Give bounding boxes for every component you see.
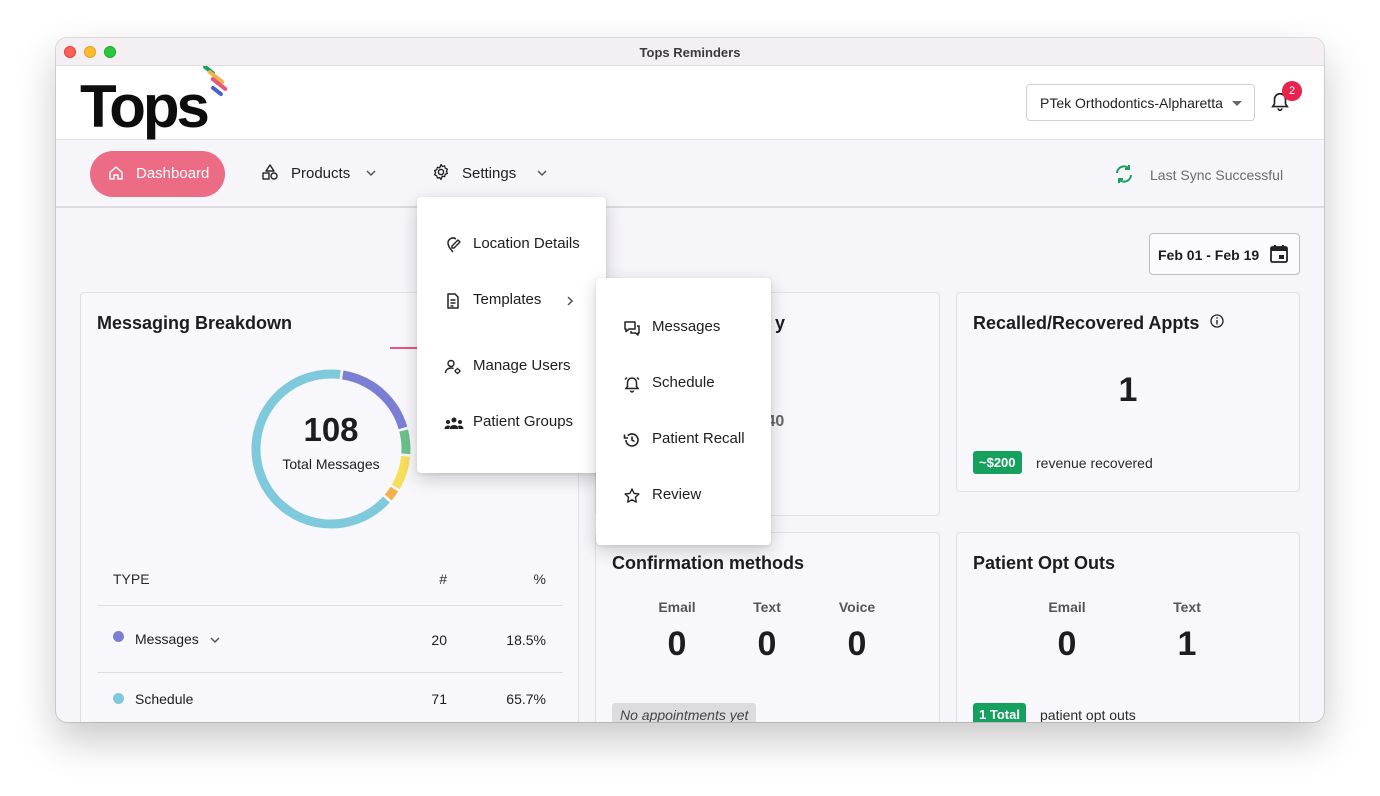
optout-text-label: Text <box>1173 599 1201 615</box>
submenu-item-messages[interactable]: Messages <box>596 308 771 348</box>
location-edit-icon <box>447 237 461 253</box>
divider <box>97 605 563 606</box>
tab-indicator <box>390 347 420 349</box>
history-icon <box>623 433 639 447</box>
menu-item-label: Location Details <box>473 235 580 252</box>
messaging-breakdown-title: Messaging Breakdown <box>97 313 293 333</box>
optout-email-label: Email <box>1048 599 1086 615</box>
row-pct: 65.7% <box>506 691 546 707</box>
menu-item-manage-users[interactable]: Manage Users <box>417 347 606 387</box>
optout-email-value: 0 <box>1057 625 1077 663</box>
sync-icon[interactable] <box>1113 163 1135 185</box>
submenu-item-review[interactable]: Review <box>596 476 771 516</box>
settings-menu: Location Details Templates Manage Users <box>417 197 606 473</box>
window-title: Tops Reminders <box>639 45 741 60</box>
menu-item-label: Manage Users <box>473 357 571 374</box>
tops-logo: Tops <box>80 73 210 140</box>
messaging-donut-chart <box>251 369 411 529</box>
date-range-picker[interactable]: Feb 01 - Feb 19 <box>1149 233 1300 275</box>
sync-status: Last Sync Successful <box>1150 167 1284 183</box>
group-icon <box>444 417 464 429</box>
row-pct: 18.5% <box>506 632 546 648</box>
submenu-item-label: Messages <box>652 318 721 335</box>
messages-color-dot <box>113 631 124 642</box>
recalled-value: 1 <box>1118 371 1138 409</box>
confirmation-methods-card: Confirmation methods Email 0 Text 0 Voic… <box>595 532 940 722</box>
nav-products-label: Products <box>291 165 351 182</box>
row-type-label: Messages <box>135 631 199 647</box>
patient-opt-outs-card: Patient Opt Outs Email 0 Text 1 1 Total … <box>956 532 1300 722</box>
optout-text-value: 1 <box>1177 625 1197 663</box>
location-select-value: PTek Orthodontics-Alpharetta <box>1040 95 1223 111</box>
opt-outs-title: Patient Opt Outs <box>973 553 1116 573</box>
submenu-item-label: Schedule <box>652 374 715 391</box>
recalled-appts-card: Recalled/Recovered Appts 1 ~$200 revenue… <box>956 292 1300 492</box>
chevron-right-icon <box>567 296 574 306</box>
row-type-label: Schedule <box>135 691 194 707</box>
conf-text-label: Text <box>753 599 781 615</box>
logo-mark-icon <box>203 66 228 97</box>
notification-badge: 2 <box>1282 81 1302 101</box>
title-bar: Tops Reminders <box>56 38 1324 66</box>
col-header-pct: % <box>533 571 546 587</box>
nav-dashboard-button[interactable]: Dashboard <box>90 151 225 197</box>
main-nav: Dashboard Products Settings Last Sync Su… <box>56 141 1324 208</box>
chat-icon <box>624 321 640 336</box>
menu-item-patient-groups[interactable]: Patient Groups <box>417 403 606 443</box>
menu-item-label: Templates <box>473 291 542 308</box>
location-select[interactable]: PTek Orthodontics-Alpharetta <box>1026 84 1255 121</box>
info-icon[interactable] <box>1210 314 1224 328</box>
menu-item-templates[interactable]: Templates <box>417 281 606 321</box>
revenue-note: revenue recovered <box>1036 455 1153 471</box>
divider <box>97 672 563 673</box>
home-icon <box>109 166 123 180</box>
date-range-label: Feb 01 - Feb 19 <box>1158 247 1260 263</box>
chevron-down-icon <box>537 170 547 177</box>
gear-icon <box>433 163 449 181</box>
opt-outs-total-badge: 1 Total <box>973 703 1026 722</box>
user-settings-icon <box>444 359 461 375</box>
shapes-icon <box>262 164 278 180</box>
submenu-item-label: Patient Recall <box>652 430 745 447</box>
conf-email-label: Email <box>658 599 696 615</box>
nav-settings[interactable]: Settings <box>433 163 547 182</box>
chevron-down-icon[interactable] <box>209 634 221 646</box>
no-appointments-note: No appointments yet <box>612 703 757 722</box>
donut-segment-other <box>384 486 399 501</box>
submenu-item-patient-recall[interactable]: Patient Recall <box>596 420 771 460</box>
opt-outs-note: patient opt outs <box>1040 707 1136 722</box>
col-header-count: # <box>439 571 447 587</box>
conf-email-value: 0 <box>667 625 687 663</box>
submenu-item-label: Review <box>652 486 702 503</box>
conf-text-value: 0 <box>757 625 777 663</box>
app-header: Tops PTek Orthodontics-Alpharetta 2 <box>56 66 1324 140</box>
caret-down-icon <box>1232 101 1242 106</box>
revenue-badge: ~$200 <box>973 451 1022 474</box>
calendar-icon <box>1270 245 1288 263</box>
conf-voice-value: 0 <box>847 625 867 663</box>
submenu-item-schedule[interactable]: Schedule <box>596 364 771 404</box>
nav-settings-label: Settings <box>462 165 517 182</box>
total-messages-label: Total Messages <box>282 456 380 472</box>
document-icon <box>447 293 459 309</box>
menu-item-location-details[interactable]: Location Details <box>417 225 606 265</box>
star-icon <box>624 488 640 503</box>
total-messages-value: 108 <box>303 411 359 448</box>
donut-segment-schedule <box>251 369 390 529</box>
menu-item-label: Patient Groups <box>473 413 574 430</box>
row-count: 71 <box>431 691 447 707</box>
nav-products[interactable]: Products <box>262 164 376 182</box>
app-window: Tops Reminders Tops PTek Orthodontics-Al… <box>56 38 1324 722</box>
partial-card-title: y <box>775 313 786 333</box>
nav-dashboard-label: Dashboard <box>136 165 210 182</box>
recalled-title: Recalled/Recovered Appts <box>973 313 1200 333</box>
schedule-color-dot <box>113 693 124 704</box>
templates-submenu: Messages Schedule Patient Recall Review <box>596 278 771 545</box>
alarm-bell-icon <box>624 377 640 393</box>
confirmation-title: Confirmation methods <box>612 553 804 573</box>
chevron-down-icon <box>366 170 376 177</box>
col-header-type: TYPE <box>113 571 150 587</box>
row-count: 20 <box>431 632 447 648</box>
conf-voice-label: Voice <box>838 599 876 615</box>
